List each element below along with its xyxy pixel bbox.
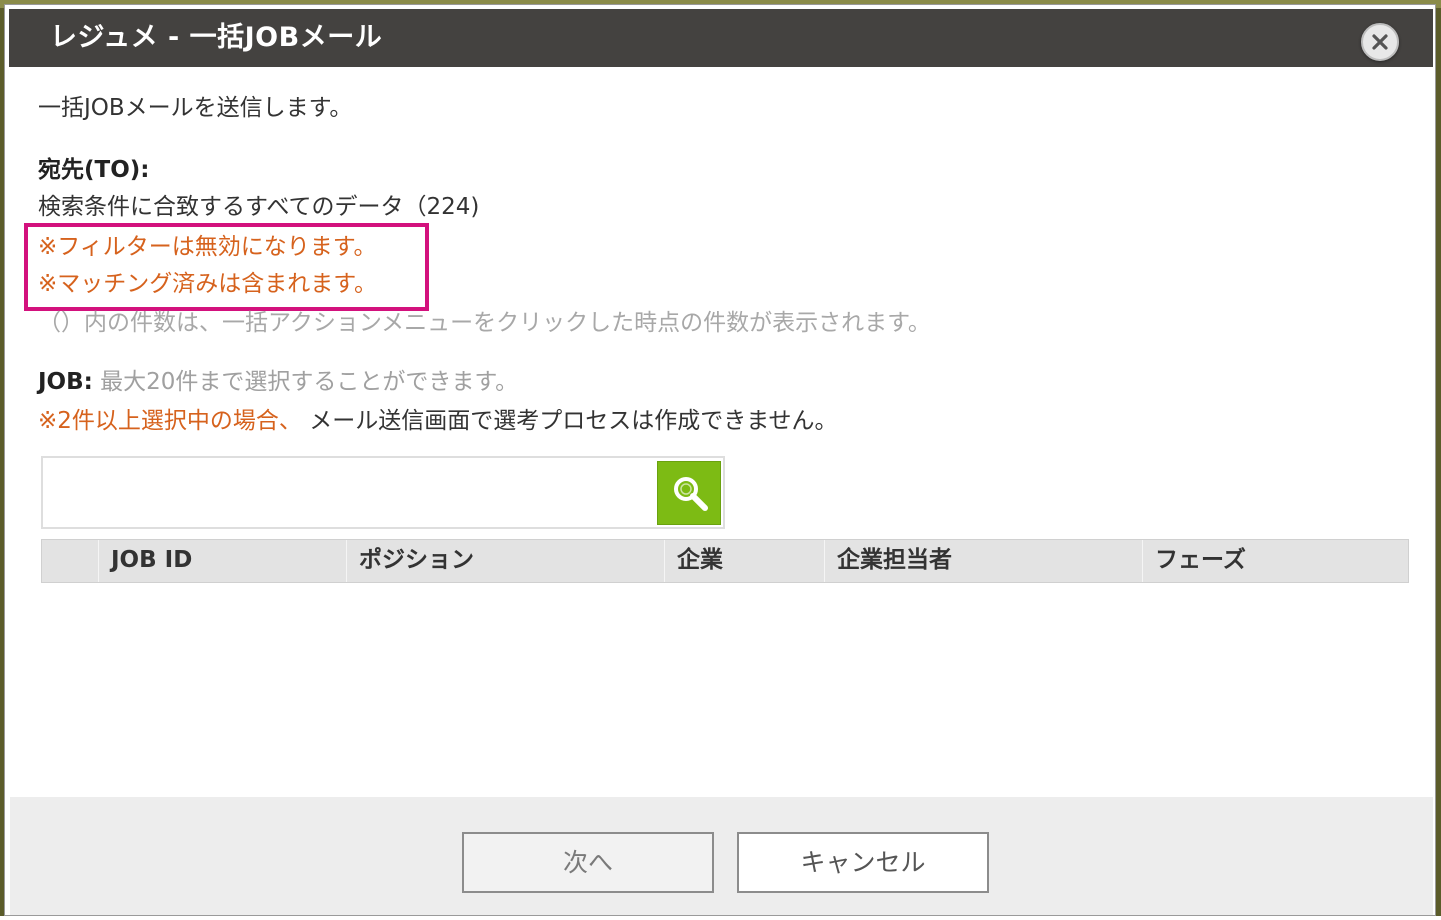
- column-phase[interactable]: フェーズ: [1142, 540, 1408, 582]
- job-search-input[interactable]: [49, 464, 653, 524]
- job-search-box: [41, 456, 725, 529]
- search-button[interactable]: [657, 461, 721, 525]
- column-job-id[interactable]: JOB ID: [98, 540, 346, 582]
- job-table-header: JOB ID ポジション 企業 企業担当者 フェーズ: [41, 539, 1409, 583]
- background-page-strip-bottom: [0, 916, 1441, 920]
- cancel-button[interactable]: キャンセル: [737, 832, 989, 893]
- column-company-contact[interactable]: 企業担当者: [824, 540, 1142, 582]
- multi-select-note: ※2件以上選択中の場合、 メール送信画面で選考プロセスは作成できません。: [38, 406, 838, 436]
- multi-select-warning: ※2件以上選択中の場合、: [38, 408, 302, 434]
- count-hint: （）内の件数は、一括アクションメニューをクリックした時点の件数が表示されます。: [38, 310, 931, 336]
- bulk-job-mail-dialog: レジュメ - 一括JOBメール 一括JOBメールを送信します。 宛先(TO): …: [4, 4, 1436, 916]
- dialog-body: 一括JOBメールを送信します。 宛先(TO): 検索条件に合致するすべてのデータ…: [5, 5, 1435, 915]
- job-instruction: JOB: 最大20件まで選択することができます。: [38, 367, 518, 397]
- job-limit-text: 最大20件まで選択することができます。: [92, 369, 519, 395]
- dialog-footer: 次へ キャンセル: [10, 797, 1433, 915]
- search-icon: [674, 477, 708, 511]
- column-company[interactable]: 企業: [664, 540, 824, 582]
- column-select: [42, 540, 98, 582]
- recipient-description: 検索条件に合致するすべてのデータ（224): [38, 194, 480, 220]
- intro-text: 一括JOBメールを送信します。: [38, 95, 353, 121]
- column-position[interactable]: ポジション: [346, 540, 664, 582]
- multi-select-detail: メール送信画面で選考プロセスは作成できません。: [301, 408, 838, 434]
- warning-highlight-box: [24, 223, 429, 311]
- next-button[interactable]: 次へ: [462, 832, 714, 893]
- job-label: JOB:: [38, 369, 93, 395]
- recipient-label: 宛先(TO):: [38, 157, 150, 183]
